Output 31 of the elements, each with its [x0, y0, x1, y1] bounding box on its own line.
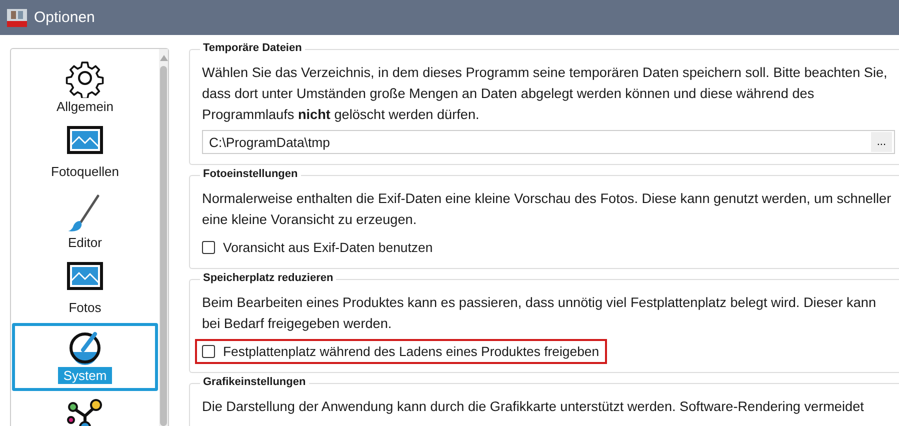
- gauge-icon: [67, 330, 103, 366]
- checkbox[interactable]: [202, 345, 215, 358]
- image-icon: [67, 262, 103, 290]
- browse-button[interactable]: ...: [870, 132, 892, 152]
- checkbox-label[interactable]: Voransicht aus Exif-Daten benutzen: [223, 240, 433, 255]
- scrollbar-thumb[interactable]: [160, 66, 167, 426]
- checkbox-label[interactable]: Festplattenplatz während des Ladens eines Produktes freigeben: [223, 344, 600, 359]
- sidebar-label: Fotoquellen: [50, 163, 120, 180]
- sidebar-label: Allgemein: [55, 98, 115, 115]
- sidebar-label: Editor: [67, 234, 103, 251]
- checkbox[interactable]: [202, 241, 215, 254]
- network-icon: [65, 398, 105, 426]
- group-title: Grafikeinstellungen: [200, 376, 309, 388]
- sidebar-item[interactable]: Fotos: [12, 255, 158, 323]
- scrollbar[interactable]: [159, 49, 168, 426]
- sidebar-item[interactable]: Editor: [12, 187, 158, 255]
- path-field[interactable]: C:\ProgramData\tmp ...: [202, 130, 895, 154]
- app-icon: [6, 6, 28, 28]
- description-text: Normalerweise enthalten die Exif-Daten eine kleine Vorschau des Fotos. Diese kann genutzt werden, um schneller eine kleine Voransicht zu erzeugen.: [202, 190, 892, 229]
- sidebar-label: Fotos: [68, 299, 102, 316]
- sidebar-item[interactable]: Fotoquellen: [12, 119, 158, 187]
- image-icon: [67, 126, 103, 154]
- group-title: Fotoeinstellungen: [200, 168, 301, 180]
- group-title: Speicherplatz reduzieren: [200, 272, 336, 284]
- group-title: Temporäre Dateien: [200, 42, 305, 54]
- sidebar-item[interactable]: Allgemein: [12, 51, 158, 119]
- description-text: Die Darstellung der Anwendung kann durch die Grafikkarte unterstützt werden. Software-Rendering vermeidet: [202, 398, 865, 416]
- window-title: Optionen: [34, 9, 95, 26]
- description-text: Wählen Sie das Verzeichnis, in dem dieses Programm seine temporären Daten speichern soll. Bitte beachten Sie, dass dort unter Umständen große Mengen an Daten abgelegt werden können und diese während des Programmlaufs nicht gelöscht werden dürfen.: [202, 64, 888, 124]
- sidebar-label: System: [58, 367, 112, 384]
- description-text: Beim Bearbeiten eines Produktes kann es passieren, dass unnötig viel Festplattenplatz belegt wird. Dieser kann bei Bedarf freigegeben werden.: [202, 294, 878, 333]
